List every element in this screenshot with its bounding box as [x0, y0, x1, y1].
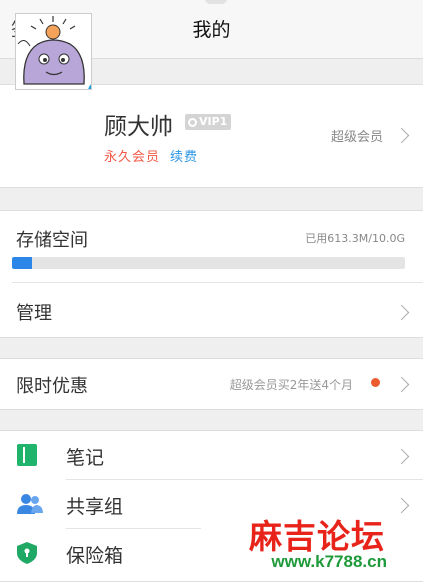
storage-usage-text: 已用613.3M/10.0G — [305, 232, 405, 245]
avatar[interactable] — [15, 13, 92, 90]
manage-row[interactable] — [0, 283, 423, 335]
status-indicator — [205, 0, 227, 4]
renew-link[interactable]: 续费 — [170, 146, 198, 165]
storage-progress-fill — [12, 257, 32, 269]
notification-dot — [371, 378, 380, 387]
list-item-label: 共享组 — [66, 496, 124, 518]
vip-badge-label: VIP1 — [199, 115, 228, 128]
list-item-label: 保险箱 — [66, 545, 124, 567]
storage-progress-bar — [12, 257, 405, 269]
note-icon — [17, 444, 37, 466]
vip-eye-icon — [188, 117, 197, 127]
manage-label: 管理 — [16, 303, 52, 324]
storage-label: 存储空间 — [16, 230, 88, 251]
super-member-link[interactable]: 超级会员 — [331, 126, 383, 145]
avatar-image — [16, 14, 91, 89]
list-item-notes[interactable] — [0, 431, 423, 479]
promo-label: 限时优惠 — [16, 376, 88, 397]
username: 顾大帅 — [104, 114, 173, 140]
promo-subtitle: 超级会员买2年送4个月 — [229, 378, 353, 392]
list-item-label: 笔记 — [66, 447, 105, 469]
watermark-url: www.k7788.cn — [271, 552, 387, 571]
group-icon — [17, 494, 43, 514]
watermark-title: 麻吉论坛 — [249, 517, 385, 556]
member-status: 永久会员 — [104, 150, 161, 165]
vip-badge: VIP1 — [185, 114, 232, 130]
lock-icon — [17, 542, 37, 564]
